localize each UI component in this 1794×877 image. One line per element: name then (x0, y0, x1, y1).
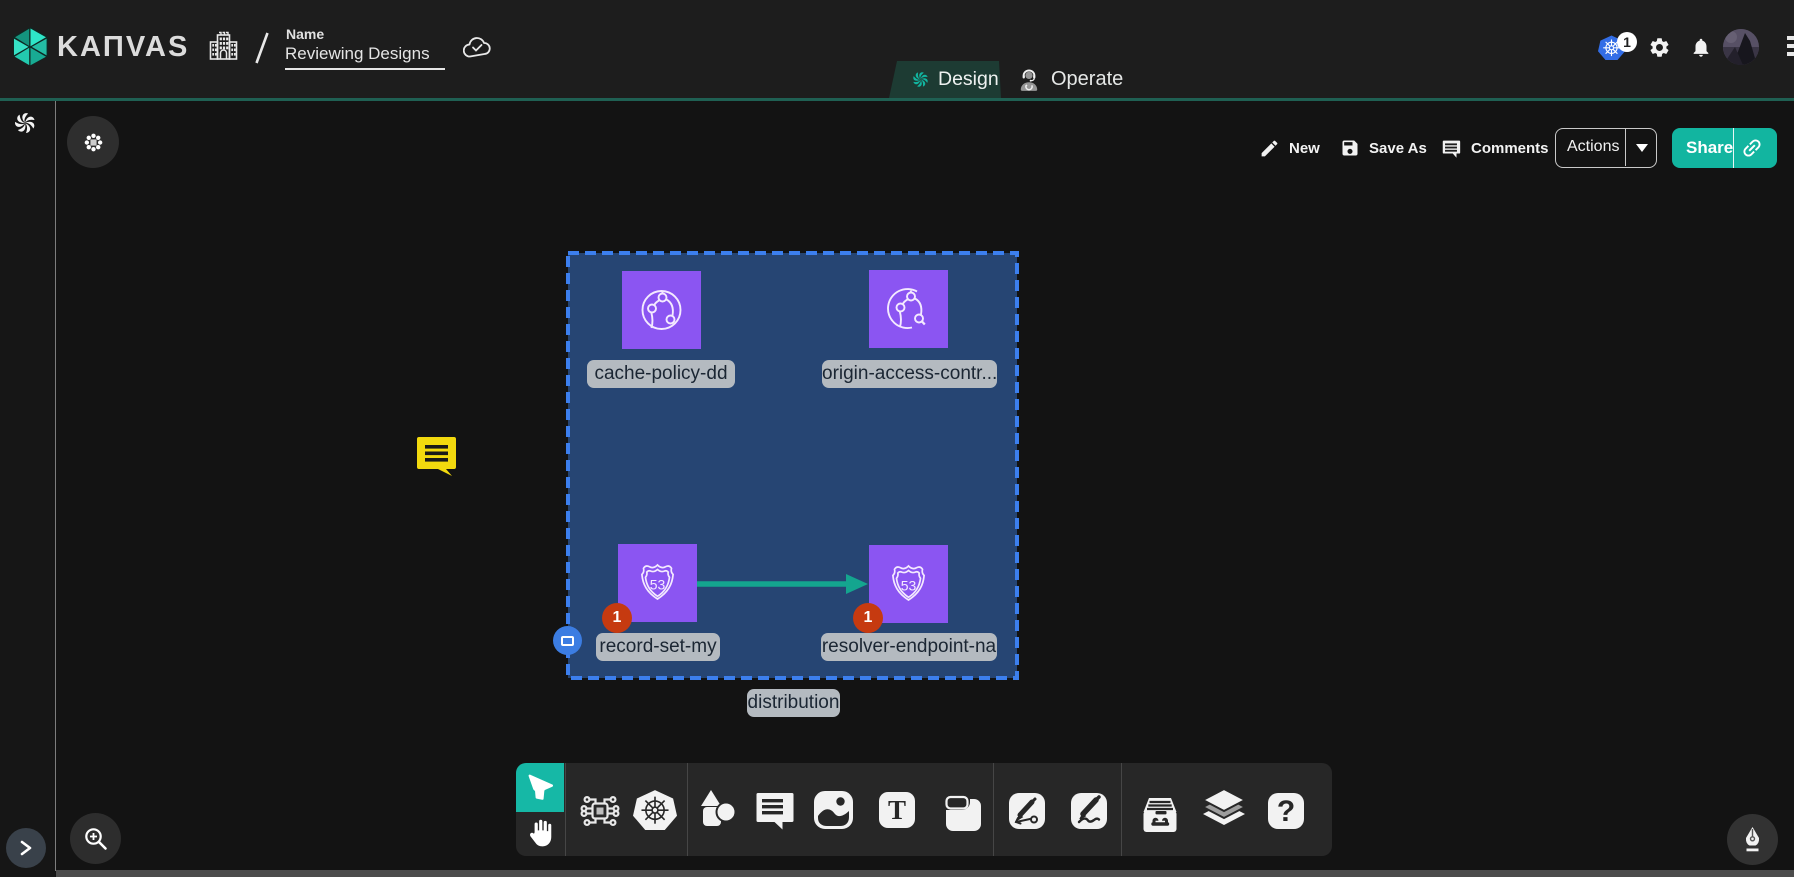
svg-text:53: 53 (650, 577, 666, 593)
svg-text:53: 53 (901, 578, 917, 594)
svg-text:T: T (888, 795, 906, 825)
svg-text:?: ? (1277, 795, 1295, 828)
